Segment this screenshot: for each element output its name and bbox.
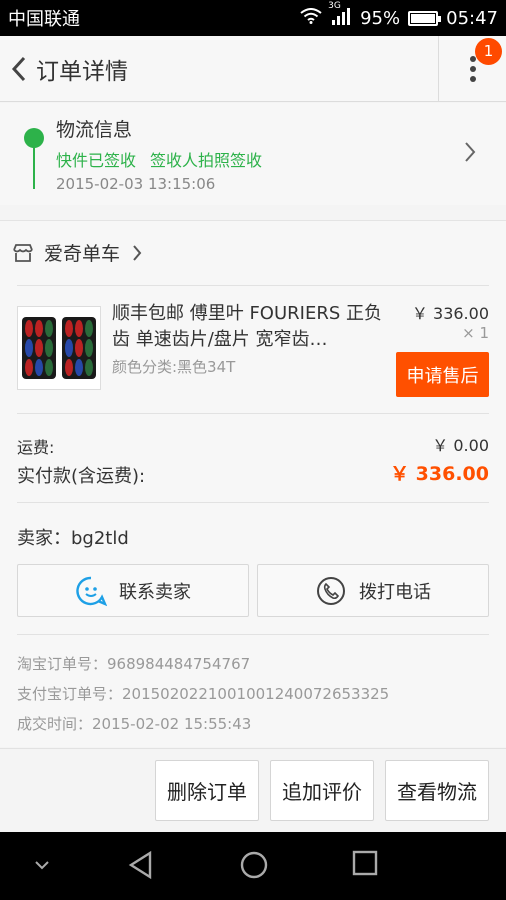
more-menu-button[interactable]: 1 [438, 35, 506, 102]
logistics-status-dot [24, 128, 44, 148]
deal-time: 成交时间：2015-02-02 15:55:43 [17, 715, 252, 733]
logistics-timeline-line [33, 147, 35, 189]
more-vertical-icon [469, 55, 476, 82]
logistics-section[interactable]: 物流信息 快件已签收 签收人拍照签收 2015-02-03 13:15:06 [0, 103, 506, 205]
battery-percent: 95% [360, 7, 401, 29]
contact-seller-button[interactable]: 联系卖家 [17, 564, 249, 617]
nav-back-icon[interactable] [128, 850, 154, 880]
shop-icon [13, 243, 33, 262]
status-bar: 中国联通 3G 95% 05:47 [0, 0, 506, 36]
after-sale-button[interactable]: 申请售后 [396, 352, 489, 397]
taobao-order-number: 淘宝订单号：968984484754767 [17, 655, 251, 673]
seller-name: 卖家：bg2tld [17, 528, 129, 549]
chat-smile-icon [76, 576, 107, 606]
logistics-detail-text: 签收人拍照签收 [150, 151, 263, 170]
contact-seller-label: 联系卖家 [119, 581, 191, 603]
logistics-status: 快件已签收 签收人拍照签收 [56, 147, 276, 171]
product-quantity: × 1 [462, 324, 489, 342]
view-logistics-button[interactable]: 查看物流 [385, 760, 489, 821]
product-photo-part [62, 317, 96, 379]
shop-name: 爱奇单车 [44, 243, 121, 265]
signal-icon: 3G [328, 1, 352, 30]
logistics-title: 物流信息 [56, 119, 133, 141]
paid-value: ￥ 336.00 [390, 463, 489, 485]
delete-order-button[interactable]: 删除订单 [155, 760, 259, 821]
network-type: 3G [328, 0, 341, 11]
logistics-time: 2015-02-03 13:15:06 [56, 175, 216, 193]
shop-link[interactable]: 爱奇单车 [12, 239, 142, 266]
nav-recents-icon[interactable] [352, 850, 378, 876]
order-card: 爱奇单车 顺丰包邮 傅里叶 FOURIERS 正负齿 单速齿片/盘片 宽窄齿… … [0, 220, 506, 747]
divider [17, 634, 489, 635]
system-nav-bar [0, 832, 506, 900]
divider [17, 502, 489, 503]
divider [17, 413, 489, 414]
alipay-order-number: 支付宝订单号：2015020221001001240072653325 [17, 685, 390, 703]
product-photo-part [22, 317, 56, 379]
notification-badge: 1 [475, 37, 502, 65]
back-button[interactable] [2, 36, 36, 102]
page-title: 订单详情 [36, 58, 128, 85]
logistics-status-text: 快件已签收 [56, 151, 137, 170]
product-name[interactable]: 顺丰包邮 傅里叶 FOURIERS 正负齿 单速齿片/盘片 宽窄齿… [112, 301, 384, 353]
add-review-button[interactable]: 追加评价 [270, 760, 374, 821]
chevron-right-icon [133, 244, 142, 261]
paid-label: 实付款(含运费): [17, 466, 146, 487]
call-phone-label: 拨打电话 [359, 581, 431, 603]
chevron-left-icon [11, 56, 26, 81]
shipping-label: 运费: [17, 438, 55, 457]
product-image[interactable] [17, 306, 101, 390]
chevron-down-icon[interactable] [34, 860, 50, 870]
divider [17, 285, 489, 286]
phone-icon [317, 576, 345, 605]
bottom-action-bar: 删除订单 追加评价 查看物流 [0, 748, 506, 832]
carrier-name: 中国联通 [8, 9, 80, 30]
product-attributes: 颜色分类:黑色34T [112, 358, 236, 376]
wifi-icon [300, 7, 322, 29]
shipping-value: ￥ 0.00 [432, 436, 489, 455]
clock: 05:47 [446, 7, 498, 29]
call-phone-button[interactable]: 拨打电话 [257, 564, 489, 617]
product-price: ￥ 336.00 [411, 304, 489, 323]
header: 订单详情 1 [0, 35, 506, 102]
nav-home-icon[interactable] [239, 850, 269, 880]
battery-icon [408, 10, 442, 26]
chevron-right-icon [465, 142, 476, 162]
